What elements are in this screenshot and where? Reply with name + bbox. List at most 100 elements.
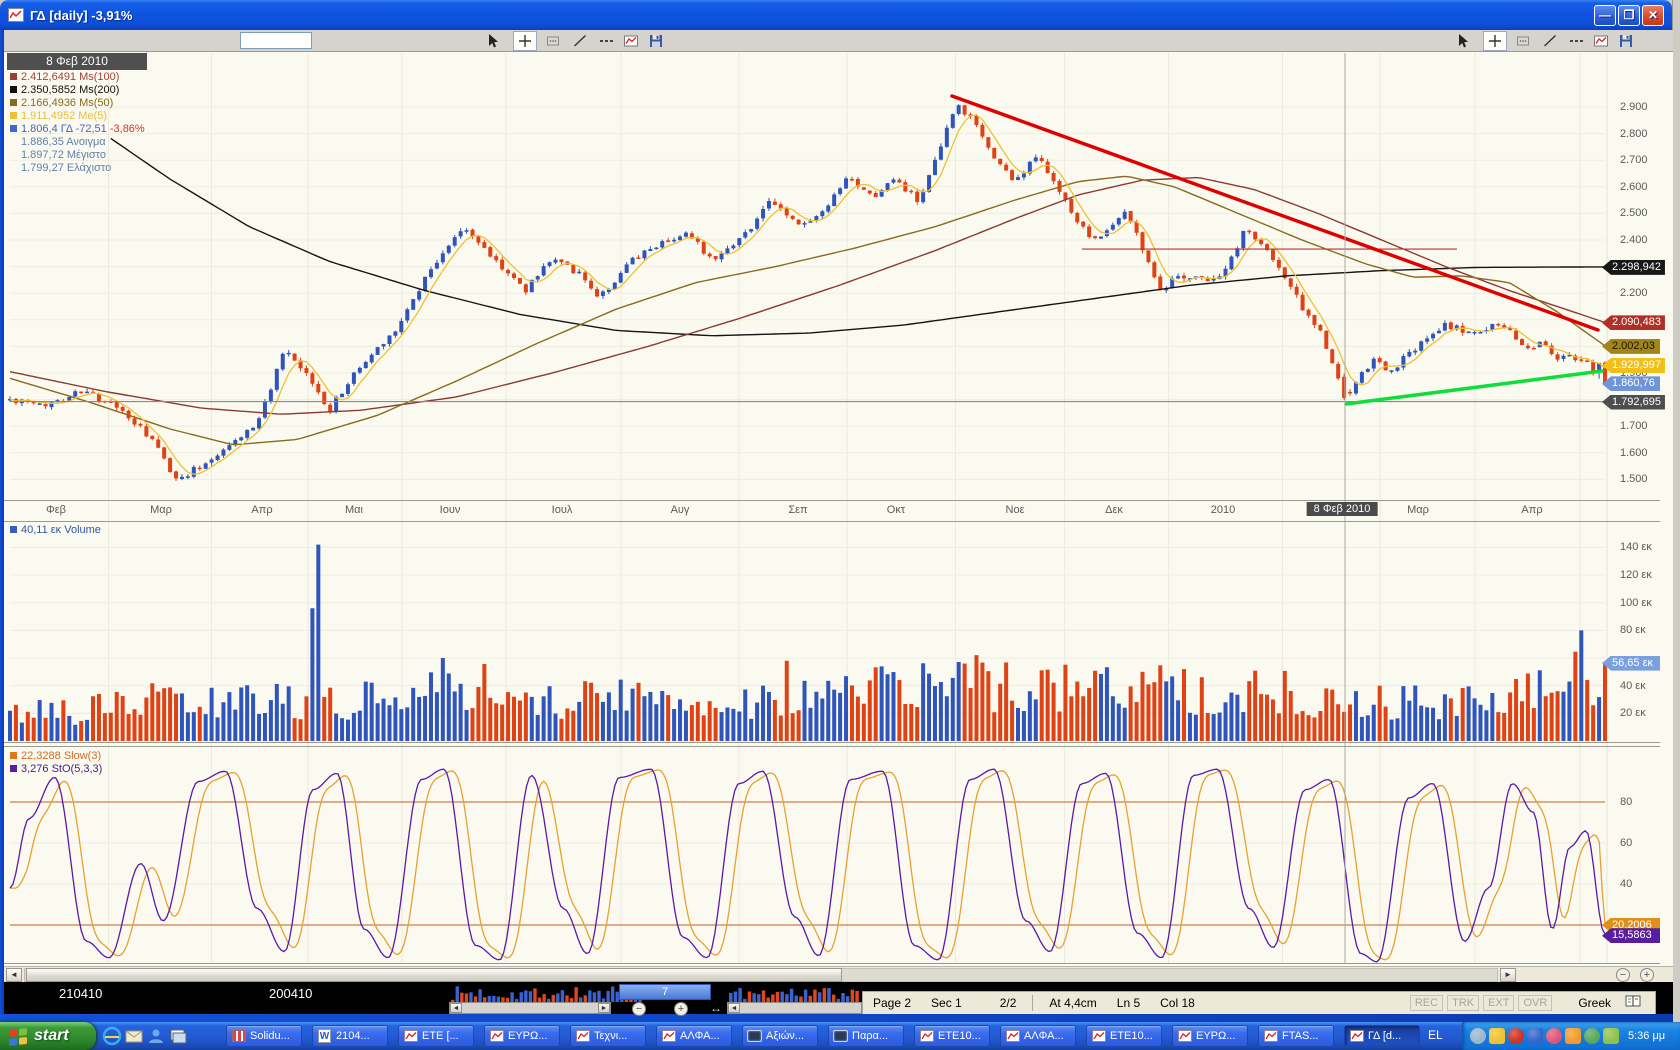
blocked-sign-icon[interactable] — [1508, 1028, 1524, 1044]
scrollbar-thumb[interactable] — [26, 968, 842, 982]
heart-icon[interactable] — [1546, 1028, 1562, 1044]
crosshair-tool[interactable] — [513, 31, 537, 51]
chart-icon — [1177, 1030, 1192, 1043]
chart-canvas[interactable] — [4, 52, 1673, 966]
taskbar-button-8[interactable]: Παρα... — [828, 1025, 904, 1047]
pointer-tool[interactable] — [1452, 31, 1476, 51]
monitor-icon — [747, 1030, 762, 1043]
status-rec-toggle[interactable]: REC — [1410, 995, 1443, 1011]
sheet-thumbnail-2[interactable] — [727, 984, 862, 1002]
taskbar-clock[interactable]: 5:36 μμ — [1628, 1030, 1665, 1042]
dashed-line-tool[interactable] — [1564, 31, 1588, 51]
show-desktop-icon[interactable] — [168, 1026, 188, 1046]
taskbar-button-13[interactable]: FTAS... — [1258, 1025, 1334, 1047]
status-section: Sec 1 — [921, 996, 972, 1010]
taskbar-button-7[interactable]: Αξιών... — [742, 1025, 818, 1047]
date-code-left: 210410 — [59, 986, 102, 1001]
taskbar-button-11[interactable]: ΕΤΕ10... — [1086, 1025, 1162, 1047]
status-fraction: 2/2 — [990, 996, 1027, 1010]
chart-tool[interactable] — [1589, 31, 1613, 51]
taskbar: start Solidu... W2104... ΕΤΕ [... ΕΥΡΩ... Τε… — [0, 1022, 1680, 1050]
solid-icon — [231, 1030, 246, 1043]
status-ovr-toggle[interactable]: OVR — [1518, 995, 1552, 1011]
status-trk-toggle[interactable]: TRK — [1447, 995, 1479, 1011]
zoom-out-button[interactable]: − — [1616, 968, 1630, 982]
scroll-left-button[interactable]: ◄ — [6, 968, 22, 982]
region-tool[interactable] — [541, 31, 565, 51]
word-status-bar: Page 2 Sec 1 2/2 At 4,4cm Ln 5 Col 18 RE… — [862, 991, 1656, 1014]
language-indicator[interactable]: EL — [1428, 1028, 1443, 1042]
chart-icon — [1091, 1030, 1106, 1043]
graphics-leaf-icon[interactable] — [1603, 1028, 1619, 1044]
close-button[interactable]: ✕ — [1642, 5, 1664, 26]
sheet-zoom-out-button[interactable]: − — [632, 1002, 646, 1016]
taskbar-button-12[interactable]: ΕΥΡΩ... — [1172, 1025, 1248, 1047]
chart-icon — [575, 1030, 590, 1043]
dashed-line-tool[interactable] — [594, 31, 618, 51]
taskbar-button-14[interactable]: ΓΔ [d... — [1344, 1025, 1420, 1047]
thumbnail-scrollbar-1[interactable]: ◄► — [449, 1002, 611, 1014]
chart-icon — [1005, 1030, 1020, 1043]
resize-handle-icon[interactable]: ↔ — [710, 1001, 722, 1015]
chart-hscrollbar: ◄ ► − + — [4, 966, 1673, 982]
taskbar-button-9[interactable]: ΕΤΕ10... — [914, 1025, 990, 1047]
monitor-icon — [833, 1030, 848, 1043]
status-column: Col 18 — [1150, 996, 1205, 1010]
taskbar-button-3[interactable]: ΕΤΕ [... — [398, 1025, 474, 1047]
line-tool[interactable] — [1538, 31, 1562, 51]
taskbar-button-5[interactable]: Τεχνι... — [570, 1025, 646, 1047]
pointer-tool[interactable] — [482, 31, 506, 51]
taskbar-button-4[interactable]: ΕΥΡΩ... — [484, 1025, 560, 1047]
chart-tool[interactable] — [619, 31, 643, 51]
maximize-button[interactable]: ❐ — [1618, 5, 1640, 26]
spellcheck-book-icon — [1625, 995, 1643, 1011]
messenger-person-icon[interactable] — [1470, 1028, 1486, 1044]
mail-icon[interactable] — [124, 1026, 144, 1046]
chart-icon — [1349, 1030, 1364, 1043]
status-page: Page 2 — [863, 996, 921, 1010]
app-chart-icon — [8, 8, 24, 22]
window-border-bottom — [0, 1014, 1673, 1022]
window-titlebar[interactable]: ΓΔ [daily] -3,91% — ❐ ✕ — [0, 0, 1672, 30]
save-tool[interactable] — [644, 31, 668, 51]
sheet-zoom-in-button[interactable]: + — [674, 1002, 688, 1016]
system-tray: 5:36 μμ — [1462, 1022, 1680, 1050]
minimize-button[interactable]: — — [1594, 5, 1616, 26]
taskbar-button-2[interactable]: W2104... — [312, 1025, 388, 1047]
crosshair-tool[interactable] — [1483, 31, 1507, 51]
chart-icon — [919, 1030, 934, 1043]
taskbar-button-1[interactable]: Solidu... — [226, 1025, 302, 1047]
security-shield-icon[interactable] — [1489, 1028, 1505, 1044]
update-ring-icon[interactable] — [1584, 1028, 1600, 1044]
scroll-right-button[interactable]: ► — [1500, 968, 1516, 982]
msn-butterfly-icon[interactable] — [1565, 1028, 1581, 1044]
chart-icon — [661, 1030, 676, 1043]
line-tool[interactable] — [568, 31, 592, 51]
sheet-number-badge[interactable]: 7 — [619, 984, 711, 1000]
window-title: ΓΔ [daily] -3,91% — [30, 8, 132, 23]
chart-toolbar — [4, 30, 1673, 52]
chart-icon — [489, 1030, 504, 1043]
word-icon: W — [317, 1030, 332, 1043]
bottom-strip: 210410 200410 ◄► 7 − + ↔ ◄ Page 2 Sec 1 … — [4, 982, 1673, 1014]
taskbar-button-10[interactable]: ΑΛΦΑ... — [1000, 1025, 1076, 1047]
status-line: Ln 5 — [1107, 996, 1150, 1010]
sheet-thumbnail-1[interactable] — [449, 984, 645, 1002]
chart-area: 8 Φεβ 20102.412,6491 Ms(100)2.350,5852 M… — [4, 52, 1673, 966]
symbol-input[interactable] — [240, 32, 312, 49]
desktop: ΓΔ [daily] -3,91% — ❐ ✕ 8 Φεβ 20102.412,… — [0, 0, 1680, 1050]
start-label: start — [34, 1027, 69, 1045]
status-at: At 4,4cm — [1039, 996, 1106, 1010]
status-ext-toggle[interactable]: EXT — [1483, 995, 1514, 1011]
status-language[interactable]: Greek — [1568, 996, 1621, 1010]
thumbnail-scrollbar-2[interactable]: ◄ — [727, 1002, 862, 1014]
taskbar-button-6[interactable]: ΑΛΦΑ... — [656, 1025, 732, 1047]
start-button[interactable]: start — [0, 1022, 96, 1050]
program-blue-icon[interactable] — [1527, 1028, 1543, 1044]
region-tool[interactable] — [1511, 31, 1535, 51]
date-code-right: 200410 — [269, 986, 312, 1001]
save-tool[interactable] — [1614, 31, 1638, 51]
messenger-icon[interactable] — [146, 1026, 166, 1046]
ie-icon[interactable] — [102, 1026, 122, 1046]
zoom-in-button[interactable]: + — [1640, 968, 1654, 982]
